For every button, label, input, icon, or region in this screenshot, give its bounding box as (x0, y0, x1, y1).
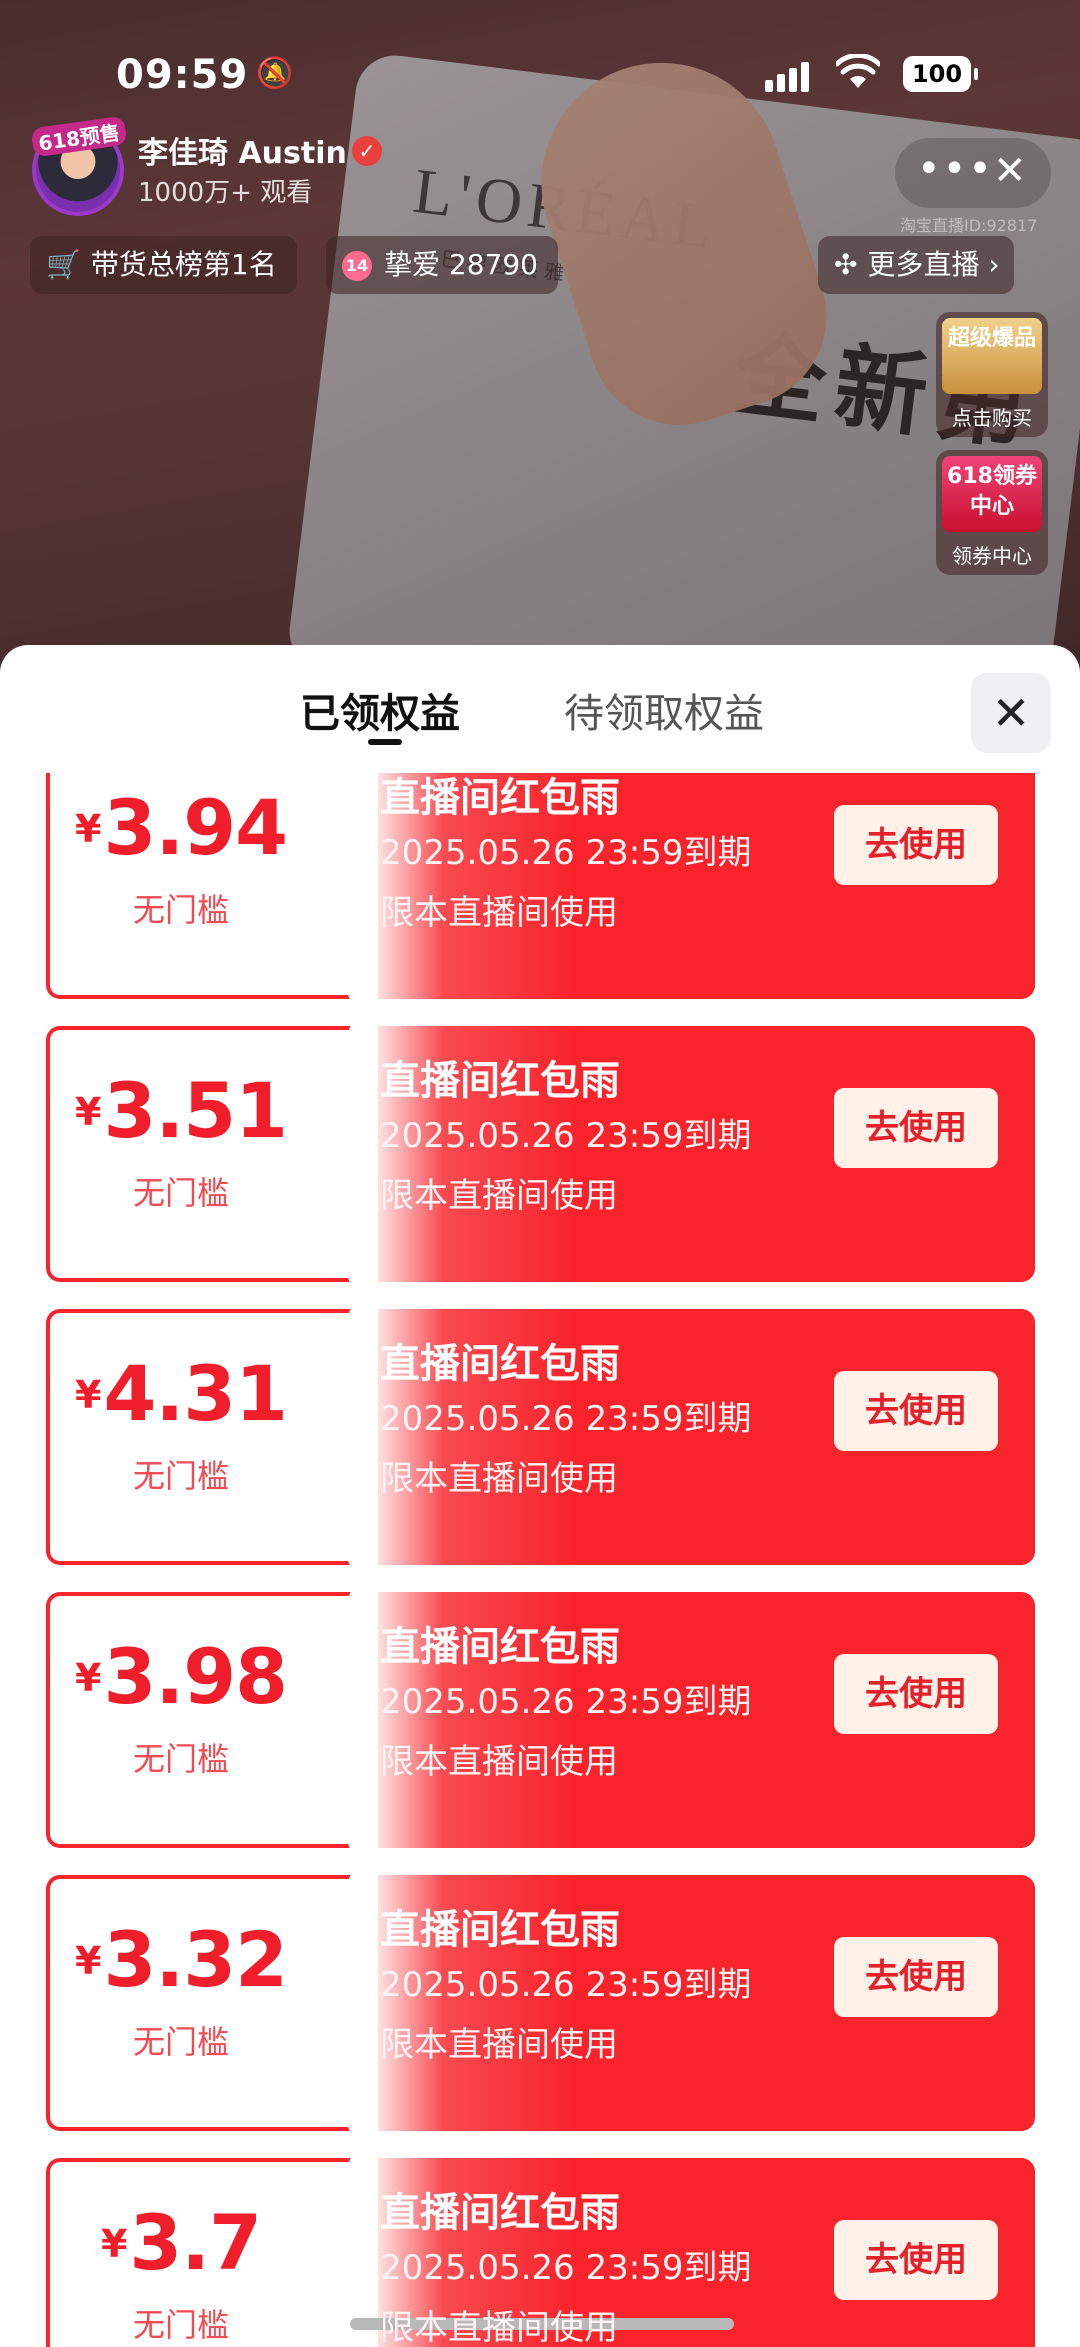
coupon-title: 直播间红包雨 (380, 775, 620, 821)
coupon-expire: 2025.05.26 23:59到期 (380, 1965, 752, 2005)
coupon-condition: 无门槛 (132, 1174, 229, 1212)
coupon-amount: ¥4.31 (75, 1349, 288, 1438)
use-coupon-button[interactable]: 去使用 (834, 1088, 998, 1168)
top-actions: ••• ✕ (895, 138, 1051, 208)
coupon-card: ¥3.51 无门槛 直播间红包雨 2025.05.26 23:59到期 限本直播… (46, 1026, 1035, 1282)
coupon-list[interactable]: ¥3.94 无门槛 直播间红包雨 2025.05.26 23:59到期 限本直播… (0, 773, 1080, 2347)
more-live-label: 更多直播 (867, 248, 980, 281)
coupon-condition: 无门槛 (132, 891, 229, 929)
signal-icon (765, 62, 809, 92)
battery-icon: 100 (903, 56, 978, 92)
coupon-title: 直播间红包雨 (380, 1058, 620, 1104)
fans-chip-label: 挚爱 28790 (384, 248, 538, 281)
coupon-scope: 限本直播间使用 (380, 1742, 618, 1782)
use-coupon-button[interactable]: 去使用 (834, 1371, 998, 1451)
coupon-scope: 限本直播间使用 (380, 2308, 618, 2347)
coupon-title: 直播间红包雨 (380, 1341, 620, 1387)
coupon-condition: 无门槛 (132, 1457, 229, 1495)
coupon-expire: 2025.05.26 23:59到期 (380, 1116, 752, 1156)
grid-icon: ✣ (834, 248, 858, 281)
coupon-title: 直播间红包雨 (380, 1624, 620, 1670)
wifi-icon (834, 52, 882, 100)
more-icon[interactable]: ••• (917, 146, 994, 192)
room-id: 淘宝直播ID:92817 (900, 216, 1038, 235)
coupon-expire: 2025.05.26 23:59到期 (380, 1682, 752, 1722)
fans-level-badge: 14 (342, 251, 372, 281)
coupon-card: ¥3.32 无门槛 直播间红包雨 2025.05.26 23:59到期 限本直播… (46, 1875, 1035, 2131)
chevron-right-icon: › (979, 248, 1000, 281)
coupon-amount: ¥3.7 (100, 2198, 262, 2287)
coupon-expire: 2025.05.26 23:59到期 (380, 2248, 752, 2288)
coupon-center-promo[interactable]: 618领券中心 领券中心 (936, 450, 1048, 575)
rank-chip[interactable]: 🛒 带货总榜第1名 (30, 236, 297, 294)
coupon-card: ¥4.31 无门槛 直播间红包雨 2025.05.26 23:59到期 限本直播… (46, 1309, 1035, 1565)
sheet-close-icon[interactable]: ✕ (971, 673, 1051, 753)
coupon-amount: ¥3.51 (75, 1066, 288, 1155)
coupon-card: ¥3.94 无门槛 直播间红包雨 2025.05.26 23:59到期 限本直播… (46, 773, 1035, 999)
status-time: 09:59 (116, 52, 249, 98)
coupon-title: 直播间红包雨 (380, 2190, 620, 2236)
coupon-condition: 无门槛 (132, 2306, 229, 2344)
coupon-center-image: 618领券中心 (942, 456, 1042, 532)
cart-icon: 🛒 (46, 248, 81, 281)
coupon-condition: 无门槛 (132, 2023, 229, 2061)
close-icon[interactable]: ✕ (993, 148, 1027, 194)
coupon-scope: 限本直播间使用 (380, 893, 618, 933)
super-deal-label: 点击购买 (952, 406, 1032, 430)
coupon-title: 直播间红包雨 (380, 1907, 620, 1953)
use-coupon-button[interactable]: 去使用 (834, 1654, 998, 1734)
use-coupon-button[interactable]: 去使用 (834, 1937, 998, 2017)
coupon-center-label: 领券中心 (952, 544, 1032, 568)
coupon-amount: ¥3.32 (75, 1915, 288, 2004)
bell-muted-icon: 🔕 (256, 56, 294, 91)
super-deal-image: 超级爆品 (942, 318, 1042, 394)
status-bar: 09:59 🔕 100 (0, 52, 1080, 108)
coupon-amount: ¥3.94 (75, 783, 288, 872)
viewer-count: 1000万+ 观看 (138, 178, 313, 208)
super-deal-promo[interactable]: 超级爆品 点击购买 (936, 312, 1048, 437)
avatar[interactable]: 618预售 (30, 115, 128, 216)
tab-pending[interactable]: 待领取权益 (564, 681, 764, 739)
coupon-expire: 2025.05.26 23:59到期 (380, 833, 752, 873)
coupon-condition: 无门槛 (132, 1740, 229, 1778)
coupon-scope: 限本直播间使用 (380, 2025, 618, 2065)
tab-underline (368, 739, 402, 745)
more-live-chip[interactable]: ✣ 更多直播 › (818, 236, 1014, 294)
rank-chip-label: 带货总榜第1名 (90, 248, 277, 281)
verified-icon: ✓ (352, 136, 382, 166)
coupon-expire: 2025.05.26 23:59到期 (380, 1399, 752, 1439)
use-coupon-button[interactable]: 去使用 (834, 805, 998, 885)
use-coupon-button[interactable]: 去使用 (834, 2220, 998, 2300)
coupon-card: ¥3.98 无门槛 直播间红包雨 2025.05.26 23:59到期 限本直播… (46, 1592, 1035, 1848)
host-name[interactable]: 李佳琦 Austin (138, 128, 347, 172)
coupon-scope: 限本直播间使用 (380, 1459, 618, 1499)
coupon-scope: 限本直播间使用 (380, 1176, 618, 1216)
fans-chip[interactable]: 14 挚爱 28790 (326, 236, 558, 294)
coupon-card: ¥3.7 无门槛 直播间红包雨 2025.05.26 23:59到期 限本直播间… (46, 2158, 1035, 2347)
benefits-sheet: 已领权益 待领取权益 ✕ ¥3.94 无门槛 直播间红包雨 2025.05.26… (0, 645, 1080, 2347)
coupon-amount: ¥3.98 (75, 1632, 288, 1721)
tab-claimed[interactable]: 已领权益 (300, 681, 460, 739)
sheet-tabs: 已领权益 待领取权益 ✕ (0, 645, 1080, 773)
